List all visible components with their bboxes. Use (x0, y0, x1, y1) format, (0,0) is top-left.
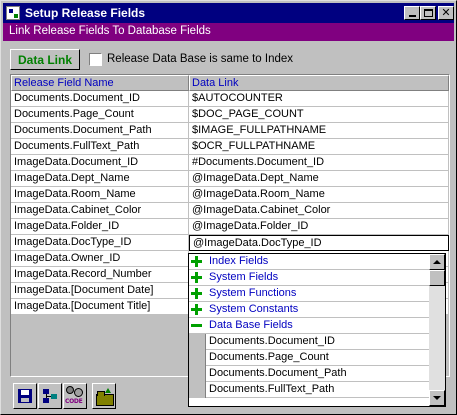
data-link-button[interactable]: Data Link (10, 49, 80, 70)
plus-icon[interactable] (191, 272, 202, 283)
table-row[interactable]: ImageData.DocType_ID @ImageData.DocType_I… (11, 235, 449, 251)
scroll-down-button[interactable] (429, 390, 445, 406)
folder-export-icon (96, 387, 114, 406)
minimize-icon (408, 15, 416, 17)
structure-button[interactable] (38, 383, 62, 409)
data-link-cell[interactable]: @ImageData.Folder_ID (189, 219, 449, 235)
table-row[interactable]: ImageData.Document_ID #Documents.Document… (11, 155, 449, 171)
data-link-cell[interactable]: $DOC_PAGE_COUNT (189, 107, 449, 123)
maximize-button[interactable] (420, 6, 436, 20)
table-row[interactable]: ImageData.Cabinet_Color @ImageData.Cabine… (11, 203, 449, 219)
dropdown-field-item[interactable]: Documents.Document_Path (189, 366, 429, 382)
data-link-cell[interactable]: @ImageData.Room_Name (189, 187, 449, 203)
release-field-name-cell[interactable]: Documents.Document_ID (11, 91, 189, 107)
dropdown-field-item[interactable]: Documents.Page_Count (189, 350, 429, 366)
dropdown-item-label: Documents.Page_Count (209, 351, 329, 363)
subtitle-bar: Link Release Fields To Database Fields (3, 23, 454, 41)
dropdown-group-item[interactable]: Data Base Fields (189, 318, 429, 334)
same-database-checkbox[interactable] (89, 53, 102, 66)
minus-icon[interactable] (191, 320, 202, 331)
release-field-name-cell[interactable]: ImageData.DocType_ID (11, 235, 189, 251)
data-link-cell[interactable]: $IMAGE_FULLPATHNAME (189, 123, 449, 139)
data-link-dropdown[interactable]: Index Fields System Fields System Function… (188, 253, 446, 407)
minimize-button[interactable] (404, 6, 420, 20)
release-field-name-cell[interactable]: ImageData.Document_ID (11, 155, 189, 171)
window-title: Setup Release Fields (25, 6, 146, 20)
item-gutter (189, 350, 206, 366)
item-gutter (189, 334, 206, 350)
data-link-cell[interactable]: @ImageData.Dept_Name (189, 171, 449, 187)
release-field-name-cell[interactable]: ImageData.Record_Number (11, 267, 189, 283)
tree-structure-icon (42, 388, 58, 404)
dropdown-item-label: System Functions (209, 287, 297, 299)
dropdown-vertical-scrollbar[interactable] (429, 254, 445, 406)
release-field-name-cell[interactable]: ImageData.[Document Title] (11, 299, 189, 315)
title-bar[interactable]: Setup Release Fields ✕ (3, 3, 454, 23)
dropdown-group-item[interactable]: System Fields (189, 270, 429, 286)
plus-icon[interactable] (191, 256, 202, 267)
plus-icon[interactable] (191, 288, 202, 299)
maximize-icon (423, 9, 433, 17)
dropdown-item-label: Documents.Document_ID (209, 335, 335, 347)
close-icon: ✕ (441, 7, 451, 19)
setup-release-fields-window: Setup Release Fields ✕ Link Release Fiel… (0, 0, 457, 415)
table-row[interactable]: Documents.FullText_Path $OCR_FULLPATHNAME (11, 139, 449, 155)
dropdown-item-label: Documents.FullText_Path (209, 383, 335, 395)
data-link-cell[interactable]: @ImageData.DocType_ID (189, 235, 449, 251)
dropdown-group-item[interactable]: Index Fields (189, 254, 429, 270)
arrow-up-icon (433, 260, 441, 264)
release-field-name-cell[interactable]: ImageData.Room_Name (11, 187, 189, 203)
table-row[interactable]: Documents.Document_ID $AUTOCOUNTER (11, 91, 449, 107)
table-row[interactable]: ImageData.Folder_ID @ImageData.Folder_ID (11, 219, 449, 235)
scroll-up-button[interactable] (429, 254, 445, 270)
code-gears-icon: CODE (65, 386, 85, 406)
data-link-cell[interactable]: $AUTOCOUNTER (189, 91, 449, 107)
dropdown-item-label: System Fields (209, 271, 279, 283)
scroll-thumb[interactable] (429, 270, 445, 286)
dropdown-field-item[interactable]: Documents.Document_ID (189, 334, 429, 350)
dropdown-item-label: Index Fields (209, 255, 269, 267)
data-link-cell[interactable]: @ImageData.Cabinet_Color (189, 203, 449, 219)
data-link-cell[interactable]: $OCR_FULLPATHNAME (189, 139, 449, 155)
save-button[interactable] (13, 383, 37, 409)
app-icon (6, 6, 20, 20)
release-field-name-cell[interactable]: ImageData.Owner_ID (11, 251, 189, 267)
table-row[interactable]: Documents.Document_Path $IMAGE_FULLPATHNA… (11, 123, 449, 139)
plus-icon[interactable] (191, 304, 202, 315)
code-button[interactable]: CODE (63, 383, 87, 409)
release-field-name-cell[interactable]: ImageData.Dept_Name (11, 171, 189, 187)
column-header-data-link[interactable]: Data Link (189, 75, 449, 91)
same-database-checkbox-label[interactable]: Release Data Base is same to Index (107, 53, 293, 65)
options-row: Data Link Release Data Base is same to I… (3, 41, 454, 73)
item-gutter (189, 366, 206, 382)
dropdown-group-item[interactable]: System Functions (189, 286, 429, 302)
dropdown-group-item[interactable]: System Constants (189, 302, 429, 318)
release-field-name-cell[interactable]: Documents.Document_Path (11, 123, 189, 139)
dropdown-item-label: Data Base Fields (209, 319, 293, 331)
release-field-name-cell[interactable]: Documents.FullText_Path (11, 139, 189, 155)
arrow-down-icon (433, 396, 441, 400)
close-button[interactable]: ✕ (438, 6, 454, 20)
table-row[interactable]: Documents.Page_Count $DOC_PAGE_COUNT (11, 107, 449, 123)
code-caption: CODE (65, 398, 83, 405)
save-disk-icon (18, 389, 32, 403)
dropdown-item-label: Documents.Document_Path (209, 367, 347, 379)
release-field-name-cell[interactable]: ImageData.Folder_ID (11, 219, 189, 235)
release-field-name-cell[interactable]: Documents.Page_Count (11, 107, 189, 123)
column-header-release-field-name[interactable]: Release Field Name (11, 75, 189, 91)
dropdown-list: Index Fields System Fields System Function… (189, 254, 429, 406)
data-link-cell[interactable]: #Documents.Document_ID (189, 155, 449, 171)
dropdown-field-item[interactable]: Documents.FullText_Path (189, 382, 429, 398)
release-field-name-cell[interactable]: ImageData.[Document Date] (11, 283, 189, 299)
export-folder-button[interactable] (92, 383, 116, 409)
release-field-name-cell[interactable]: ImageData.Cabinet_Color (11, 203, 189, 219)
item-gutter (189, 382, 206, 398)
dropdown-item-label: System Constants (209, 303, 299, 315)
table-row[interactable]: ImageData.Room_Name @ImageData.Room_Name (11, 187, 449, 203)
table-row[interactable]: ImageData.Dept_Name @ImageData.Dept_Name (11, 171, 449, 187)
